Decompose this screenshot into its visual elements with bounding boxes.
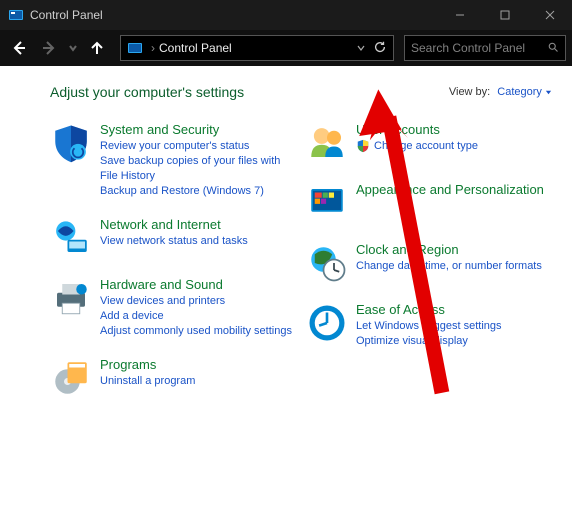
back-button[interactable] bbox=[6, 35, 32, 61]
task-link[interactable]: Change date, time, or number formats bbox=[356, 259, 542, 274]
ease-of-access-icon bbox=[306, 302, 348, 344]
task-link[interactable]: Adjust commonly used mobility settings bbox=[100, 324, 292, 339]
task-label: Change account type bbox=[374, 140, 478, 152]
task-link[interactable]: Review your computer's status bbox=[100, 139, 296, 154]
control-panel-icon bbox=[8, 7, 24, 23]
task-link[interactable]: Add a device bbox=[100, 309, 292, 324]
task-link[interactable]: Optimize visual display bbox=[356, 334, 502, 349]
appearance-icon bbox=[306, 182, 348, 224]
category-ease-of-access[interactable]: Ease of Access bbox=[356, 302, 502, 317]
category-programs[interactable]: Programs bbox=[100, 357, 195, 372]
search-box[interactable]: Search Control Panel bbox=[404, 35, 566, 61]
view-by-control: View by: Category bbox=[449, 86, 552, 98]
window-title: Control Panel bbox=[30, 8, 103, 22]
task-link[interactable]: Backup and Restore (Windows 7) bbox=[100, 184, 296, 199]
programs-icon bbox=[50, 357, 92, 399]
category-hardware-sound[interactable]: Hardware and Sound bbox=[100, 277, 292, 292]
breadcrumb-separator: › bbox=[151, 41, 155, 55]
category-user-accounts[interactable]: User Accounts bbox=[356, 122, 478, 137]
address-bar[interactable]: › Control Panel bbox=[120, 35, 394, 61]
navbar: › Control Panel Search Control Panel bbox=[0, 30, 572, 66]
users-icon bbox=[306, 122, 348, 164]
view-by-label: View by: bbox=[449, 86, 490, 98]
task-link[interactable]: View network status and tasks bbox=[100, 234, 248, 249]
address-dropdown-icon[interactable] bbox=[357, 41, 365, 55]
refresh-button[interactable] bbox=[373, 40, 387, 57]
task-link[interactable]: View devices and printers bbox=[100, 294, 292, 309]
content-area: Adjust your computer's settings View by:… bbox=[0, 66, 572, 525]
category-system-security[interactable]: System and Security bbox=[100, 122, 296, 137]
view-by-dropdown[interactable]: Category bbox=[497, 86, 552, 98]
category-clock-region[interactable]: Clock and Region bbox=[356, 242, 542, 257]
search-icon bbox=[547, 41, 559, 56]
recent-locations-dropdown[interactable] bbox=[66, 35, 80, 61]
minimize-button[interactable] bbox=[437, 0, 482, 30]
task-link[interactable]: Let Windows suggest settings bbox=[356, 319, 502, 334]
page-heading: Adjust your computer's settings bbox=[50, 84, 244, 100]
uac-shield-icon bbox=[356, 139, 370, 153]
forward-button[interactable] bbox=[36, 35, 62, 61]
network-icon bbox=[50, 217, 92, 259]
printer-icon bbox=[50, 277, 92, 319]
shield-icon bbox=[50, 122, 92, 164]
maximize-button[interactable] bbox=[482, 0, 527, 30]
up-button[interactable] bbox=[84, 35, 110, 61]
task-link-shielded[interactable]: Change account type bbox=[356, 139, 478, 153]
search-placeholder: Search Control Panel bbox=[411, 41, 525, 55]
view-by-value: Category bbox=[497, 86, 542, 98]
category-network-internet[interactable]: Network and Internet bbox=[100, 217, 248, 232]
category-appearance[interactable]: Appearance and Personalization bbox=[356, 182, 544, 197]
close-button[interactable] bbox=[527, 0, 572, 30]
task-link[interactable]: Save backup copies of your files with Fi… bbox=[100, 154, 296, 184]
task-link[interactable]: Uninstall a program bbox=[100, 374, 195, 389]
clock-region-icon bbox=[306, 242, 348, 284]
address-location[interactable]: Control Panel bbox=[159, 41, 232, 55]
address-cp-icon bbox=[127, 40, 143, 56]
titlebar: Control Panel bbox=[0, 0, 572, 30]
